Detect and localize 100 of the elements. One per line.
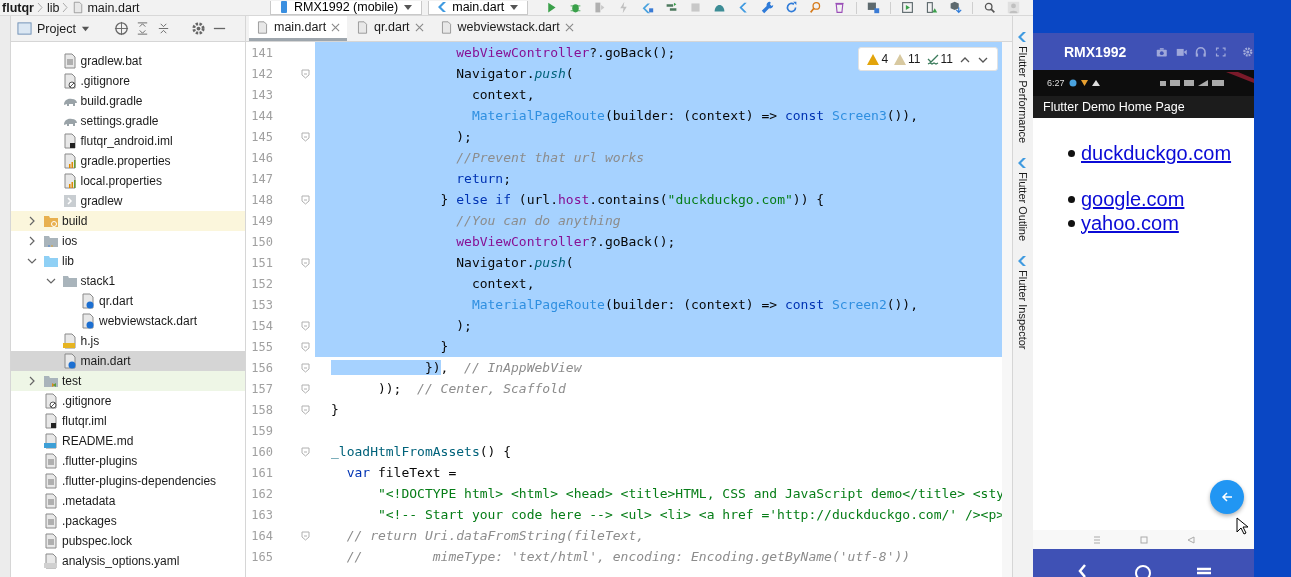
fold-icon[interactable] — [301, 131, 310, 142]
run-config-dropdown[interactable]: main.dart — [428, 0, 529, 15]
chevron-icon[interactable] — [45, 276, 56, 286]
device-icon[interactable] — [866, 1, 882, 14]
user-icon[interactable] — [1006, 1, 1022, 14]
device-dropdown[interactable]: RMX1992 (mobile) — [270, 0, 423, 15]
tree-row[interactable]: ios — [11, 231, 245, 251]
line-number: 144 — [250, 108, 273, 123]
tree-row[interactable]: flutqr_android.iml — [11, 131, 245, 151]
tree-row[interactable]: main.dart — [11, 351, 245, 371]
project-view-dropdown[interactable]: Project — [17, 21, 90, 36]
tree-row[interactable]: stack1 — [11, 271, 245, 291]
link[interactable]: duckduckgo.com — [1081, 141, 1232, 165]
tree-row[interactable]: analysis_options.yaml — [11, 551, 245, 571]
tree-row[interactable]: gradlew — [11, 191, 245, 211]
chart-file-icon — [61, 153, 78, 169]
inspection-widget[interactable]: 4 11 11 — [858, 47, 998, 71]
play-box-icon[interactable] — [900, 1, 916, 14]
tree-row[interactable]: lib — [11, 251, 245, 271]
settings-icon[interactable] — [1242, 44, 1254, 59]
link[interactable]: google.com — [1081, 187, 1185, 211]
breadcrumb-item[interactable]: lib — [46, 0, 60, 15]
tree-row[interactable]: h.js — [11, 331, 245, 351]
close-icon[interactable] — [414, 22, 424, 32]
chevron-icon[interactable] — [27, 216, 37, 226]
tool-window-tab[interactable]: Flutter Performance — [1017, 31, 1029, 144]
back-fab[interactable] — [1210, 480, 1244, 514]
close-icon[interactable] — [331, 22, 341, 32]
fold-icon[interactable] — [301, 404, 310, 415]
tree-item-label: gradle.properties — [80, 154, 171, 168]
js-file-icon — [61, 333, 78, 349]
fold-icon[interactable] — [301, 68, 310, 79]
chevron-icon[interactable] — [27, 376, 37, 386]
code-line: // return Uri.dataFromString(fileText, — [345, 527, 646, 545]
tree-row[interactable]: gradle.properties — [11, 151, 245, 171]
tree-row[interactable]: local.properties — [11, 171, 245, 191]
fold-icon[interactable] — [301, 530, 310, 541]
fold-icon[interactable] — [301, 446, 310, 457]
tree-item-label: main.dart — [80, 354, 131, 368]
chevron-icon[interactable] — [27, 236, 37, 246]
sdk-icon[interactable] — [924, 1, 940, 14]
typo-count: 11 — [940, 52, 953, 66]
tree-row[interactable]: .flutter-plugins-dependencies — [11, 471, 245, 491]
flutter-icon — [1017, 31, 1029, 43]
tool-window-tab[interactable]: Flutter Inspector — [1017, 255, 1029, 350]
code-line: )); // Center, Scaffold — [376, 380, 567, 398]
search-icon[interactable] — [982, 1, 998, 14]
breadcrumb-item[interactable]: main.dart — [87, 0, 140, 15]
folder-icon — [43, 233, 59, 249]
close-icon[interactable] — [564, 22, 574, 32]
code-line: } — [330, 401, 340, 419]
tree-row[interactable]: settings.gradle — [11, 111, 245, 131]
tree-item-label: h.js — [80, 334, 100, 348]
fold-icon[interactable] — [301, 341, 310, 352]
settings-icon[interactable] — [190, 21, 206, 36]
tree-row[interactable]: .packages — [11, 511, 245, 531]
download-icon[interactable] — [948, 1, 964, 14]
wrench-icon[interactable] — [760, 1, 776, 14]
tree-row[interactable]: qr.dart — [11, 291, 245, 311]
headphones-icon[interactable] — [1195, 44, 1207, 59]
line-number: 145 — [250, 129, 273, 144]
tree-item-label: .packages — [62, 514, 117, 528]
fold-icon[interactable] — [301, 257, 310, 268]
tree-row[interactable]: .metadata — [11, 491, 245, 511]
tree-item-label: settings.gradle — [80, 114, 159, 128]
app-bar-title: Flutter Demo Home Page — [1033, 96, 1254, 118]
tree-row[interactable]: gradlew.bat — [11, 51, 245, 71]
home-icon[interactable] — [1134, 563, 1153, 577]
debug-ribbon — [1226, 72, 1254, 86]
line-number: 164 — [250, 528, 273, 543]
code-line: // mimeType: 'text/html', encoding: Encoding.getByName('utf-8')) — [345, 548, 912, 566]
tree-row[interactable]: pubspec.lock — [11, 531, 245, 551]
tree-row[interactable]: .gitignore — [11, 71, 245, 91]
editor-tab[interactable]: webviewstack.dart — [432, 16, 581, 41]
alarm-icon — [1159, 79, 1166, 87]
line-number: 160 — [250, 444, 273, 459]
link[interactable]: yahoo.com — [1081, 211, 1179, 235]
tree-row[interactable]: README.md — [11, 431, 245, 451]
breadcrumb-item[interactable]: flutqr — [2, 0, 34, 15]
editor-tab[interactable]: main.dart — [249, 16, 348, 41]
tree-row[interactable]: build.gradle — [11, 91, 245, 111]
tree-row[interactable]: webviewstack.dart — [11, 311, 245, 331]
tree-row[interactable]: flutqr.iml — [11, 411, 245, 431]
fold-icon[interactable] — [301, 320, 310, 331]
fold-icon[interactable] — [301, 383, 310, 394]
editor-tab[interactable]: qr.dart — [349, 16, 431, 41]
chevron-icon[interactable] — [27, 256, 37, 266]
phone-icon — [279, 1, 289, 13]
tree-row[interactable]: build — [11, 211, 245, 231]
tool-window-tab[interactable]: Flutter Outline — [1017, 157, 1029, 242]
fold-icon[interactable] — [301, 362, 310, 373]
tree-row[interactable]: test — [11, 371, 245, 391]
target-icon[interactable] — [113, 21, 129, 36]
tree-row[interactable]: .gitignore — [11, 391, 245, 411]
flutter-icon — [1017, 255, 1029, 268]
fold-icon[interactable] — [301, 194, 310, 205]
file-icon — [43, 533, 59, 549]
flutter-attach-icon[interactable] — [640, 1, 656, 14]
line-number: 163 — [250, 507, 273, 522]
tree-row[interactable]: .flutter-plugins — [11, 451, 245, 471]
